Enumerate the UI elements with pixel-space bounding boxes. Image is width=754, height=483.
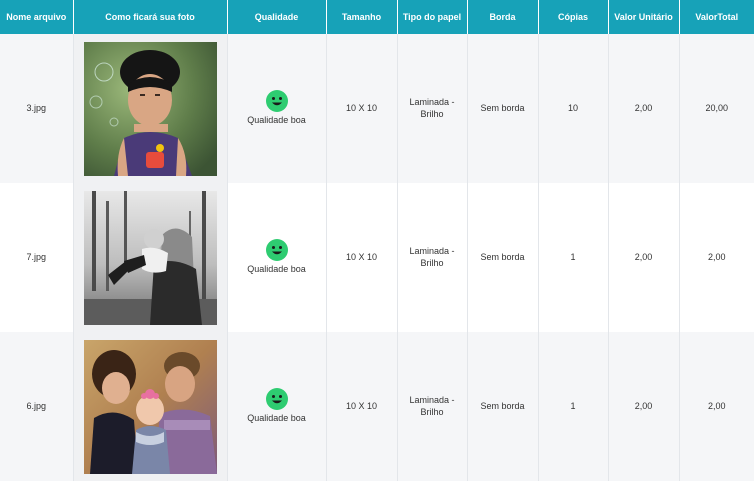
header-nome-arquivo: Nome arquivo [0, 0, 73, 34]
copies-cell: 1 [537, 183, 608, 332]
smiley-face-icon [265, 90, 288, 113]
header-valor-total: ValorTotal [678, 0, 754, 34]
file-name: 7.jpg [0, 183, 73, 332]
copies-cell: 1 [537, 332, 608, 481]
paper-type-cell: Laminada - Brilho [396, 34, 467, 183]
quality-label: Qualidade boa [247, 413, 306, 424]
unit-value-cell: 2,00 [607, 183, 679, 332]
photo-preview-cell [72, 34, 227, 183]
order-table: Nome arquivo Como ficará sua foto Qualid… [0, 0, 754, 481]
header-tamanho: Tamanho [325, 0, 397, 34]
paper-type-cell: Laminada - Brilho [396, 332, 467, 481]
photo-preview-cell [72, 332, 227, 481]
table-row: 7.jpg Qualidade boa 10 X 10 Laminada - B… [0, 183, 754, 332]
paper-type-line2: Brilho [420, 257, 444, 268]
file-name: 6.jpg [0, 332, 73, 481]
header-borda: Borda [466, 0, 538, 34]
paper-type-line2: Brilho [420, 108, 444, 119]
paper-type-line1: Laminada - [409, 96, 455, 107]
header-qualidade: Qualidade [226, 0, 326, 34]
unit-value-cell: 2,00 [607, 34, 679, 183]
table-row: 3.jpg Qualidade boa 10 X 10 Laminada - B… [0, 34, 754, 183]
header-copias: Cópias [537, 0, 608, 34]
size-cell: 10 X 10 [325, 183, 397, 332]
file-name: 3.jpg [0, 34, 73, 183]
size-cell: 10 X 10 [325, 332, 397, 481]
border-cell: Sem borda [466, 183, 538, 332]
photo-girl-bubbles[interactable] [83, 41, 217, 176]
table-header-row: Nome arquivo Como ficará sua foto Qualid… [0, 0, 754, 34]
quality-cell: Qualidade boa [226, 183, 326, 332]
paper-type-line1: Laminada - [409, 394, 455, 405]
border-cell: Sem borda [466, 332, 538, 481]
smiley-face-icon [265, 239, 288, 262]
unit-value-cell: 2,00 [607, 332, 679, 481]
table-row: 6.jpg Qualidade boa 10 X 10 Laminada - B… [0, 332, 754, 481]
quality-cell: Qualidade boa [226, 332, 326, 481]
paper-type-line2: Brilho [420, 406, 444, 417]
total-value-cell: 20,00 [678, 34, 754, 183]
quality-label: Qualidade boa [247, 264, 306, 275]
size-cell: 10 X 10 [325, 34, 397, 183]
total-value-cell: 2,00 [678, 183, 754, 332]
header-tipo-papel: Tipo do papel [396, 0, 467, 34]
paper-type-line1: Laminada - [409, 245, 455, 256]
smiley-face-icon [265, 388, 288, 411]
total-value-cell: 2,00 [678, 332, 754, 481]
photo-preview-cell [72, 183, 227, 332]
photo-mother-child-bw[interactable] [83, 190, 217, 325]
photo-family-kiss[interactable] [83, 339, 217, 474]
copies-cell: 10 [537, 34, 608, 183]
header-valor-unitario: Valor Unitário [607, 0, 679, 34]
quality-cell: Qualidade boa [226, 34, 326, 183]
header-como-ficara: Como ficará sua foto [72, 0, 227, 34]
quality-label: Qualidade boa [247, 115, 306, 126]
paper-type-cell: Laminada - Brilho [396, 183, 467, 332]
border-cell: Sem borda [466, 34, 538, 183]
